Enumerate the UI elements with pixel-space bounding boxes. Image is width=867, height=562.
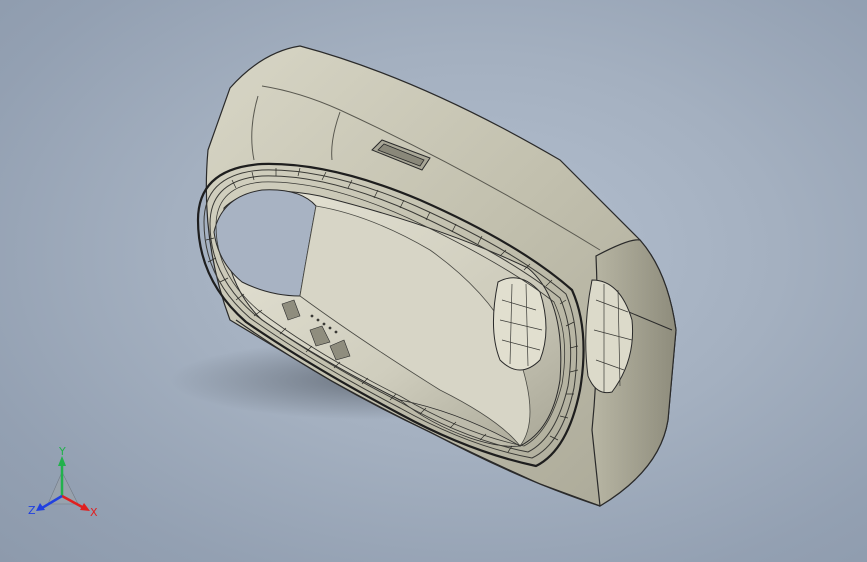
z-axis-label: Z (28, 504, 36, 517)
graphics-viewport[interactable]: Y X Z (0, 0, 867, 562)
y-axis-label: Y (58, 445, 66, 458)
orientation-triad[interactable]: Y X Z (22, 444, 108, 524)
x-axis-label: X (90, 506, 98, 519)
inner-boss-1 (492, 277, 547, 371)
3d-model[interactable] (0, 0, 867, 562)
